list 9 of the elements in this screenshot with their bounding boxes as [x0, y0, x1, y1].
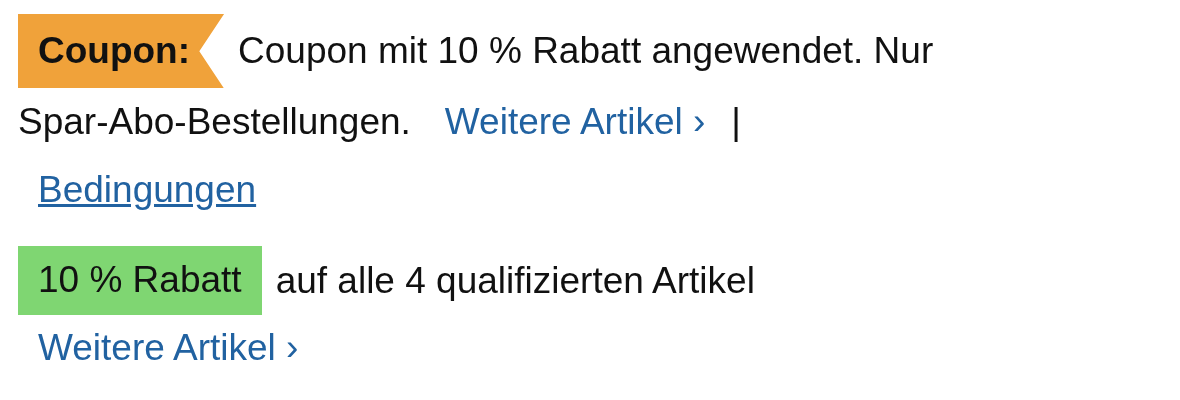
more-items-link[interactable]: Weitere Artikel ›	[444, 101, 706, 144]
coupon-message: Coupon mit 10 % Rabatt angewendet. Nur	[238, 30, 934, 73]
discount-badge: 10 % Rabatt	[18, 246, 262, 315]
coupon-message: Spar-Abo-Bestellungen.	[18, 101, 411, 144]
coupon-badge: Coupon:	[18, 14, 225, 89]
terms-link[interactable]: Bedingungen	[38, 169, 257, 212]
discount-message: auf alle 4 qualifizierten Artikel	[275, 259, 755, 302]
separator: |	[731, 101, 741, 144]
more-items-link[interactable]: Weitere Artikel ›	[38, 326, 299, 369]
